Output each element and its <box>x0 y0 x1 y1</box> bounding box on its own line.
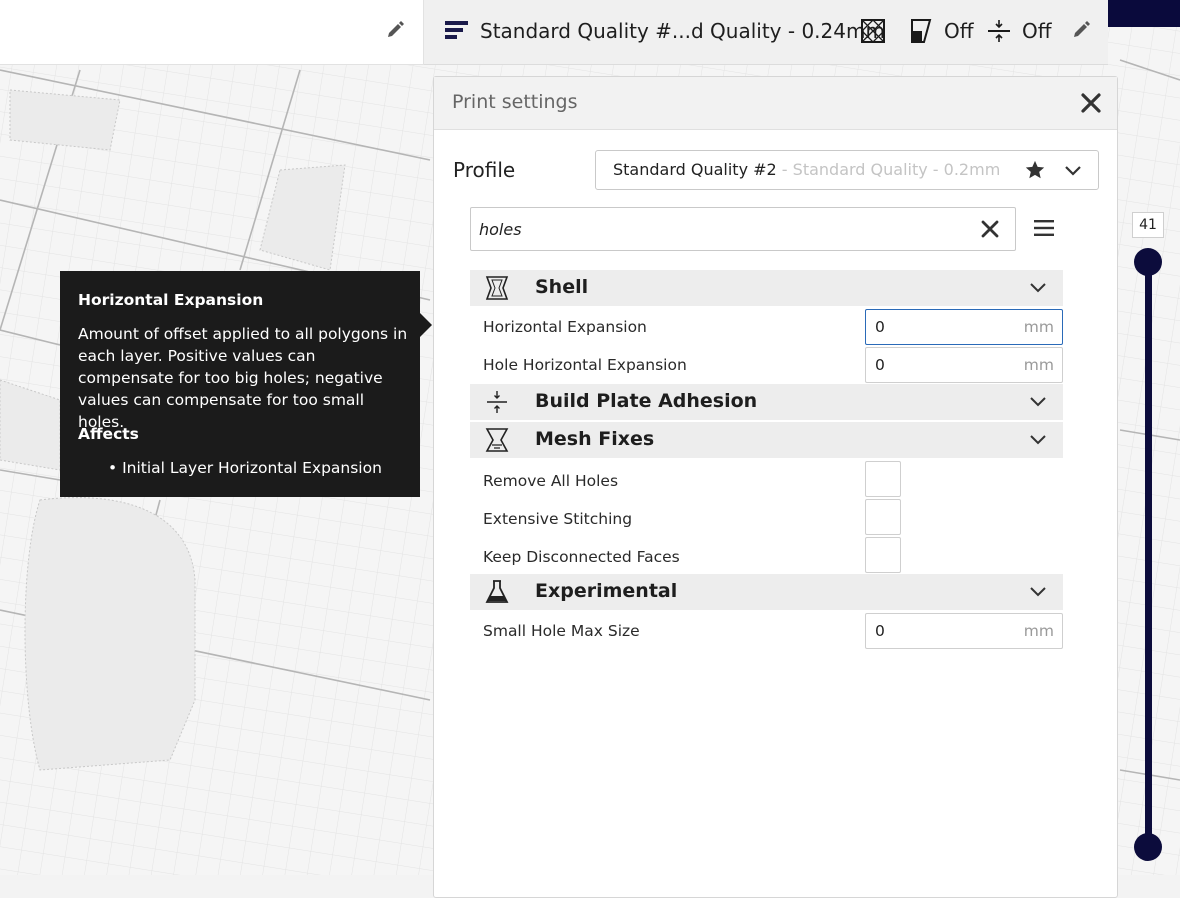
adhesion-status: Off <box>1022 19 1052 43</box>
layer-slider-value[interactable]: 41 <box>1132 212 1164 238</box>
search-input[interactable] <box>477 216 961 242</box>
field-value: 0 <box>875 622 885 640</box>
profile-summary[interactable]: Standard Quality #...d Quality - 0.24mm <box>444 16 885 46</box>
setting-row-hole-horizontal-expansion: Hole Horizontal Expansion 0 mm <box>470 346 1063 384</box>
remove-all-holes-checkbox[interactable] <box>865 461 901 497</box>
profile-label: Profile <box>453 158 516 182</box>
support-indicator[interactable]: Off <box>908 16 974 46</box>
setting-row-extensive-stitching: Extensive Stitching <box>470 499 1063 538</box>
setting-row-small-hole-max-size: Small Hole Max Size 0 mm <box>470 612 1063 650</box>
section-title: Mesh Fixes <box>535 428 655 450</box>
star-icon[interactable] <box>1024 159 1046 181</box>
infill-icon <box>860 18 886 44</box>
hamburger-menu-icon[interactable] <box>1034 219 1054 237</box>
infill-indicator[interactable] <box>860 16 886 46</box>
section-experimental[interactable]: Experimental <box>470 574 1063 610</box>
adhesion-icon <box>986 18 1012 44</box>
section-shell[interactable]: Shell <box>470 270 1063 306</box>
chevron-down-icon <box>1064 162 1082 180</box>
settings-search[interactable] <box>470 207 1016 251</box>
layer-height-icon <box>444 18 470 44</box>
profile-name: Standard Quality #2 <box>613 160 777 179</box>
support-status: Off <box>944 19 974 43</box>
setting-label: Horizontal Expansion <box>483 318 647 336</box>
tooltip-arrow <box>420 313 432 337</box>
mesh-fixes-icon <box>484 428 510 452</box>
field-unit: mm <box>1023 356 1054 374</box>
printer-selector-bar <box>0 0 424 65</box>
setting-label: Keep Disconnected Faces <box>483 548 680 566</box>
close-icon[interactable] <box>1079 91 1103 115</box>
edit-settings-pencil-icon[interactable] <box>1071 20 1091 40</box>
flask-icon <box>484 580 510 604</box>
extensive-stitching-checkbox[interactable] <box>865 499 901 535</box>
section-mesh-fixes[interactable]: Mesh Fixes <box>470 422 1063 458</box>
profile-summary-text: Standard Quality #...d Quality - 0.24mm <box>480 19 885 43</box>
section-build-plate-adhesion[interactable]: Build Plate Adhesion <box>470 384 1063 420</box>
field-unit: mm <box>1023 622 1054 640</box>
section-title: Experimental <box>535 580 678 602</box>
shell-icon <box>484 276 510 300</box>
print-settings-panel: Print settings Profile Standard Quality … <box>433 76 1118 898</box>
setting-label: Small Hole Max Size <box>483 622 640 640</box>
adhesion-indicator[interactable]: Off <box>986 16 1052 46</box>
panel-title: Print settings <box>452 91 578 113</box>
layer-slider-top-handle[interactable] <box>1134 248 1162 276</box>
edit-pencil-icon[interactable] <box>385 20 405 40</box>
chevron-down-icon <box>1029 394 1047 410</box>
hole-horizontal-expansion-field[interactable]: 0 mm <box>865 347 1063 383</box>
tooltip-title: Horizontal Expansion <box>78 291 264 309</box>
adhesion-icon <box>484 390 510 414</box>
profile-base-quality: - Standard Quality - 0.2mm <box>776 160 1001 179</box>
setting-tooltip: Horizontal Expansion Amount of offset ap… <box>60 271 432 497</box>
chevron-down-icon <box>1029 280 1047 296</box>
print-setup-summary-bar[interactable]: Standard Quality #...d Quality - 0.24mm … <box>424 0 1108 65</box>
setting-label: Hole Horizontal Expansion <box>483 356 687 374</box>
layer-slider-bottom-handle[interactable] <box>1134 833 1162 861</box>
field-unit: mm <box>1023 318 1054 336</box>
keep-disconnected-faces-checkbox[interactable] <box>865 537 901 573</box>
panel-header: Print settings <box>434 77 1117 130</box>
setting-label: Extensive Stitching <box>483 510 633 528</box>
layer-slider-track[interactable] <box>1145 262 1152 847</box>
profile-dropdown[interactable]: Standard Quality #2 - Standard Quality -… <box>595 150 1099 190</box>
setting-row-horizontal-expansion: Horizontal Expansion 0 mm <box>470 308 1063 346</box>
clear-search-icon[interactable] <box>981 220 999 238</box>
section-title: Build Plate Adhesion <box>535 390 758 412</box>
tooltip-affects-heading: Affects <box>78 425 139 443</box>
small-hole-max-size-field[interactable]: 0 mm <box>865 613 1063 649</box>
tooltip-description: Amount of offset applied to all polygons… <box>78 325 408 431</box>
field-value: 0 <box>875 318 885 336</box>
support-icon <box>908 18 934 44</box>
header-accent-bar <box>1108 0 1180 27</box>
horizontal-expansion-field[interactable]: 0 mm <box>865 309 1063 345</box>
setting-row-remove-all-holes: Remove All Holes <box>470 461 1063 500</box>
chevron-down-icon <box>1029 432 1047 448</box>
field-value: 0 <box>875 356 885 374</box>
profile-dropdown-text: Standard Quality #2 - Standard Quality -… <box>613 160 1000 179</box>
setting-row-keep-disconnected-faces: Keep Disconnected Faces <box>470 537 1063 576</box>
chevron-down-icon <box>1029 584 1047 600</box>
section-title: Shell <box>535 276 589 298</box>
setting-label: Remove All Holes <box>483 472 619 490</box>
tooltip-affects-item: • Initial Layer Horizontal Expansion <box>108 459 382 477</box>
